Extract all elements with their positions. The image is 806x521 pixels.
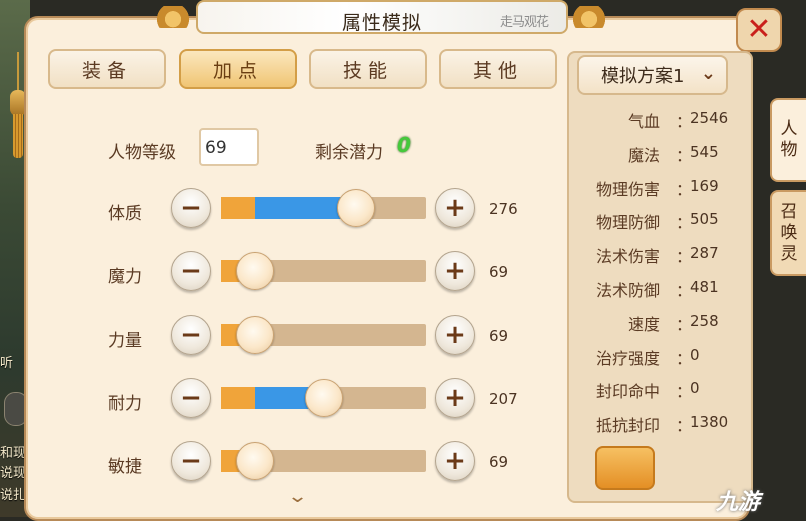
stat-value: 1380 — [690, 413, 729, 431]
stat-row: 治疗强度： 0 — [572, 345, 742, 369]
stat-name: 法术伤害 — [595, 247, 660, 266]
side-tab-summon[interactable]: 召唤灵 — [770, 190, 806, 276]
level-label: 人物等级 — [108, 143, 176, 163]
tab-add-points[interactable]: 加点 — [179, 49, 297, 89]
stat-row: 物理伤害： 169 — [572, 176, 742, 200]
attribute-value: 69 — [489, 453, 509, 471]
side-tab-label: 人物 — [780, 119, 798, 160]
slider-base-fill — [221, 197, 255, 219]
attribute-value: 207 — [489, 390, 518, 408]
stat-row: 法术伤害： 287 — [572, 243, 742, 267]
scroll-down-icon[interactable]: ⌄ — [287, 486, 308, 507]
attribute-value: 69 — [489, 327, 509, 345]
close-icon: ✕ — [746, 12, 772, 47]
attribute-label: 敏捷 — [108, 457, 142, 477]
attribute-slider[interactable] — [221, 316, 426, 354]
attribute-slider[interactable] — [221, 252, 426, 290]
tab-equipment[interactable]: 装备 — [48, 49, 166, 89]
attribute-label: 体质 — [108, 204, 142, 224]
side-tab-label: 召唤灵 — [780, 201, 798, 264]
stat-name: 抵抗封印 — [595, 416, 660, 435]
stat-value: 545 — [690, 143, 719, 161]
stat-name: 治疗强度 — [595, 349, 660, 368]
minus-icon: − — [180, 256, 202, 286]
attribute-label: 力量 — [108, 331, 142, 351]
title-ornament-icon — [566, 6, 612, 28]
minus-icon: − — [180, 320, 202, 350]
slider-handle[interactable] — [236, 252, 274, 290]
stat-name: 气血 — [627, 112, 660, 131]
side-tab-character[interactable]: 人物 — [770, 98, 806, 182]
decrease-button[interactable]: − — [171, 251, 211, 291]
decrease-button[interactable]: − — [171, 441, 211, 481]
confirm-button[interactable] — [595, 446, 655, 490]
stat-row: 抵抗封印： 1380 — [572, 412, 742, 436]
stat-value: 258 — [690, 312, 719, 330]
close-button[interactable]: ✕ — [736, 8, 782, 52]
title-plate: 属性模拟 走马观花 — [196, 0, 568, 34]
attribute-slider[interactable] — [221, 189, 426, 227]
stat-value: 169 — [690, 177, 719, 195]
stat-row: 物理防御： 505 — [572, 209, 742, 233]
plan-selected-value: 模拟方案1 — [601, 66, 685, 87]
increase-button[interactable]: + — [435, 315, 475, 355]
attribute-value: 69 — [489, 263, 509, 281]
plan-dropdown[interactable]: 模拟方案1 ⌄ — [577, 55, 728, 95]
attribute-label: 魔力 — [108, 267, 142, 287]
slider-base-fill — [221, 387, 255, 409]
minus-icon: − — [180, 193, 202, 223]
stat-name: 法术防御 — [595, 281, 660, 300]
decrease-button[interactable]: − — [171, 378, 211, 418]
stat-value: 0 — [690, 379, 700, 397]
attribute-slider[interactable] — [221, 442, 426, 480]
tab-skills[interactable]: 技能 — [309, 49, 427, 89]
stat-row: 气血： 2546 — [572, 108, 742, 132]
title-ornament-icon — [150, 6, 196, 28]
stat-name: 速度 — [627, 315, 660, 334]
stat-value: 287 — [690, 244, 719, 262]
title-decoration: 走马观花 — [499, 15, 549, 30]
increase-button[interactable]: + — [435, 378, 475, 418]
plus-icon: + — [444, 320, 466, 350]
plus-icon: + — [444, 446, 466, 476]
stat-row: 封印命中： 0 — [572, 378, 742, 402]
stat-name: 物理防御 — [595, 213, 660, 232]
stat-value: 2546 — [690, 109, 729, 127]
slider-handle[interactable] — [304, 379, 343, 417]
minus-icon: − — [180, 383, 202, 413]
plus-icon: + — [444, 256, 466, 286]
plus-icon: + — [444, 383, 466, 413]
stat-row: 法术防御： 481 — [572, 277, 742, 301]
watermark-logo: 九游 — [716, 490, 761, 515]
stat-value: 505 — [690, 210, 719, 228]
stat-name: 封印命中 — [595, 382, 660, 401]
potential-label: 剩余潜力 — [315, 143, 383, 163]
increase-button[interactable]: + — [435, 251, 475, 291]
stat-value: 481 — [690, 278, 719, 296]
slider-handle[interactable] — [236, 442, 274, 480]
stat-row: 速度： 258 — [572, 311, 742, 335]
attribute-label: 耐力 — [108, 394, 142, 414]
attribute-slider[interactable] — [221, 379, 426, 417]
stat-name: 魔法 — [627, 146, 660, 165]
attribute-value: 276 — [489, 200, 518, 218]
tab-other[interactable]: 其他 — [439, 49, 557, 89]
decrease-button[interactable]: − — [171, 188, 211, 228]
increase-button[interactable]: + — [435, 188, 475, 228]
decrease-button[interactable]: − — [171, 315, 211, 355]
minus-icon: − — [180, 446, 202, 476]
increase-button[interactable]: + — [435, 441, 475, 481]
stat-value: 0 — [690, 346, 700, 364]
chevron-down-icon: ⌄ — [700, 63, 716, 84]
potential-value: 0 — [397, 133, 411, 157]
stat-name: 物理伤害 — [595, 180, 660, 199]
plus-icon: + — [444, 193, 466, 223]
stat-row: 魔法： 545 — [572, 142, 742, 166]
slider-handle[interactable] — [236, 316, 274, 354]
level-input[interactable]: 69 — [199, 128, 259, 166]
